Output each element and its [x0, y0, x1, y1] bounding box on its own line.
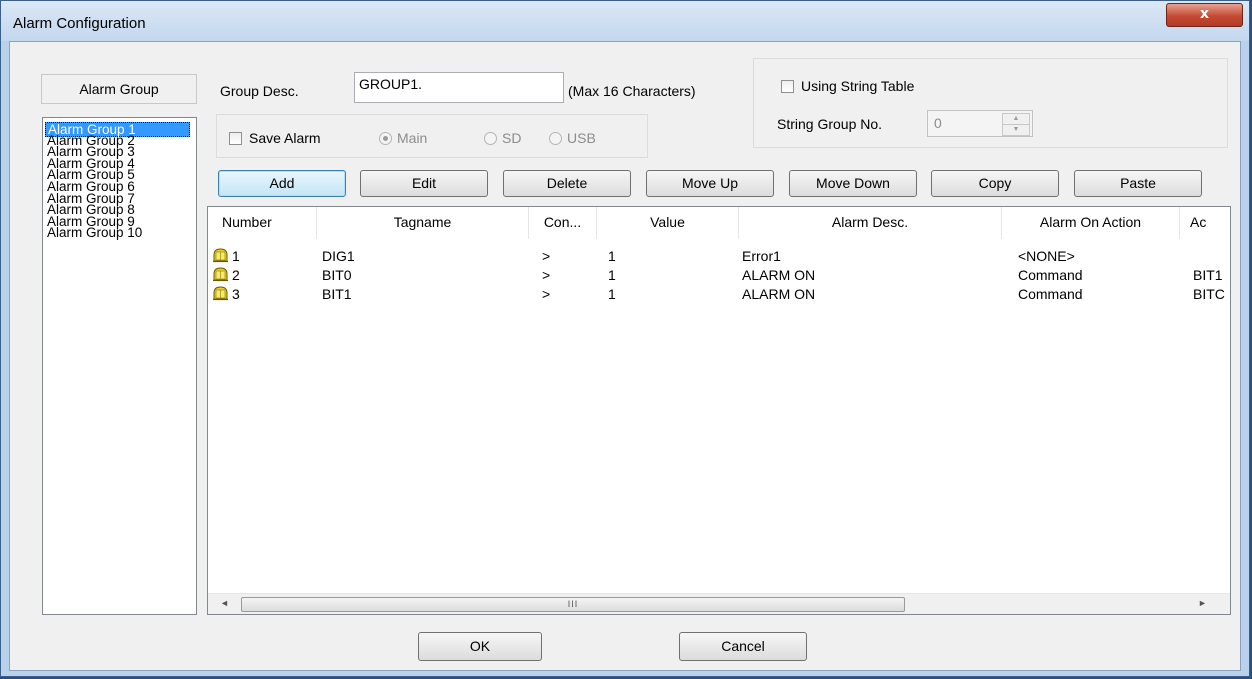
cell-on-action: Command — [1018, 267, 1083, 283]
window-title: Alarm Configuration — [13, 15, 146, 32]
cell-tagname: BIT1 — [322, 286, 352, 302]
bell-alarm-icon — [212, 285, 229, 301]
scroll-thumb-grip: III — [567, 599, 579, 609]
cell-value: 1 — [608, 286, 616, 302]
column-header-number[interactable]: Number — [208, 207, 317, 239]
column-header-tagname[interactable]: Tagname — [317, 207, 529, 239]
string-group-no-label: String Group No. — [777, 116, 883, 132]
dialog-window: Alarm Configuration x Alarm Group Alarm … — [0, 0, 1250, 677]
move-down-button[interactable]: Move Down — [789, 170, 917, 197]
copy-button[interactable]: Copy — [931, 170, 1059, 197]
column-header-action-more[interactable]: Ac — [1180, 207, 1230, 239]
cell-number: 3 — [232, 286, 240, 302]
horizontal-scrollbar[interactable]: ◄ III ► — [208, 593, 1230, 614]
cell-on-action: <NONE> — [1018, 248, 1075, 264]
cell-value: 1 — [608, 248, 616, 264]
bell-alarm-icon — [212, 247, 229, 263]
cancel-button[interactable]: Cancel — [679, 632, 807, 661]
delete-button[interactable]: Delete — [503, 170, 631, 197]
cell-alarm-desc: ALARM ON — [742, 286, 816, 302]
alarm-group-heading-box: Alarm Group — [41, 74, 197, 104]
cell-tagname: DIG1 — [322, 248, 355, 264]
edit-button[interactable]: Edit — [360, 170, 488, 197]
cell-condition: > — [542, 286, 551, 302]
spinner-down-button[interactable]: ▼ — [1002, 124, 1030, 136]
group-desc-label: Group Desc. — [220, 83, 299, 99]
column-header-alarm-desc[interactable]: Alarm Desc. — [739, 207, 1002, 239]
cell-alarm-desc: ALARM ON — [742, 267, 816, 283]
title-bar[interactable]: Alarm Configuration x — [1, 1, 1249, 41]
close-button[interactable]: x — [1166, 3, 1243, 27]
cell-number: 2 — [232, 267, 240, 283]
add-button[interactable]: Add — [218, 170, 346, 197]
column-header-condition[interactable]: Con... — [529, 207, 597, 239]
radio-usb[interactable] — [549, 132, 562, 145]
radio-sd-label: SD — [502, 130, 522, 146]
close-icon: x — [1199, 6, 1210, 22]
cell-value: 1 — [608, 267, 616, 283]
cell-number: 1 — [232, 248, 240, 264]
cell-condition: > — [542, 267, 551, 283]
group-desc-hint: (Max 16 Characters) — [568, 83, 696, 99]
scroll-left-arrow-icon[interactable]: ◄ — [220, 598, 229, 608]
radio-main[interactable] — [379, 132, 392, 145]
group-desc-value: GROUP1. — [359, 76, 423, 92]
alarm-table[interactable]: Number Tagname Con... Value Alarm Desc. … — [207, 206, 1231, 615]
string-group-no-spinner[interactable]: 0 ▲ ▼ — [927, 110, 1033, 137]
cell-alarm-desc: Error1 — [742, 248, 781, 264]
cell-condition: > — [542, 248, 551, 264]
scroll-right-arrow-icon[interactable]: ► — [1198, 598, 1207, 608]
using-string-table-checkbox[interactable] — [781, 80, 794, 93]
cell-on-action: Command — [1018, 286, 1083, 302]
using-string-table-label: Using String Table — [801, 78, 915, 94]
save-alarm-checkbox[interactable] — [229, 132, 242, 145]
alarm-group-list[interactable]: Alarm Group 1 Alarm Group 2 Alarm Group 3A… — [42, 117, 197, 615]
ok-button[interactable]: OK — [418, 632, 542, 661]
radio-sd[interactable] — [484, 132, 497, 145]
column-header-alarm-on-action[interactable]: Alarm On Action — [1002, 207, 1180, 239]
radio-usb-label: USB — [567, 130, 596, 146]
string-group-no-value: 0 — [934, 115, 942, 131]
alarm-group-item[interactable]: Alarm Group 10 — [47, 226, 142, 240]
cell-action-more: BITC — [1193, 286, 1225, 302]
cell-tagname: BIT0 — [322, 267, 352, 283]
bell-alarm-icon — [212, 266, 229, 282]
save-alarm-label: Save Alarm — [249, 130, 321, 146]
paste-button[interactable]: Paste — [1074, 170, 1202, 197]
alarm-group-heading: Alarm Group — [79, 81, 159, 97]
group-desc-input[interactable]: GROUP1. — [354, 72, 564, 103]
column-header-value[interactable]: Value — [597, 207, 739, 239]
scroll-thumb[interactable]: III — [241, 597, 905, 612]
cell-action-more: BIT1 — [1193, 267, 1223, 283]
dialog-client-area: Alarm Group Alarm Group 1 Alarm Group 2 Al… — [9, 41, 1241, 671]
radio-main-label: Main — [397, 130, 428, 146]
move-up-button[interactable]: Move Up — [646, 170, 774, 197]
